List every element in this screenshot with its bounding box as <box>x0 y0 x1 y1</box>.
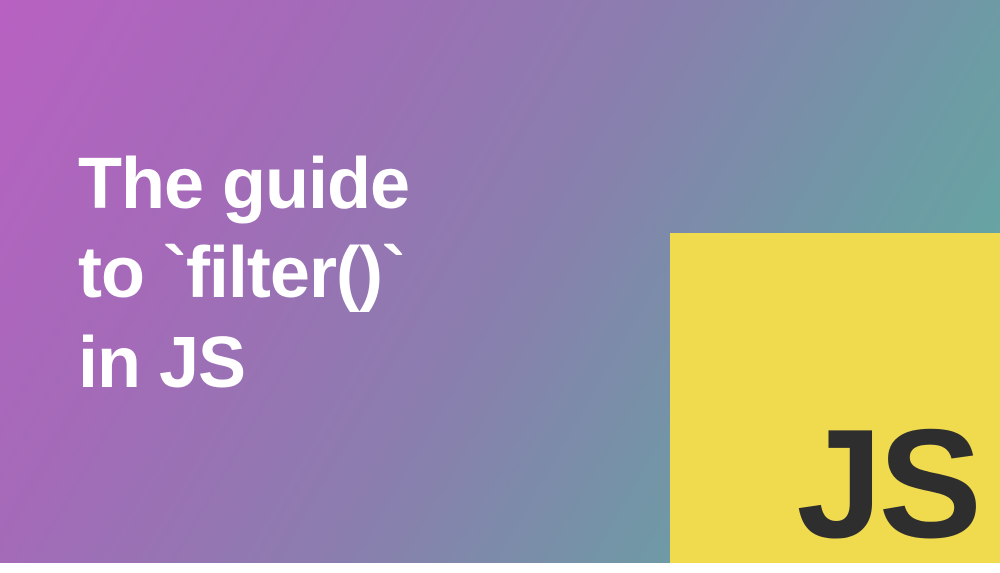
banner-title: The guide to `filter()` in JS <box>78 140 409 408</box>
title-line-3: in JS <box>78 319 409 408</box>
hero-banner: The guide to `filter()` in JS JS <box>0 0 1000 563</box>
javascript-logo-text: JS <box>796 395 978 573</box>
javascript-logo: JS <box>670 233 1000 563</box>
title-line-2: to `filter()` <box>78 229 409 318</box>
title-line-1: The guide <box>78 140 409 229</box>
